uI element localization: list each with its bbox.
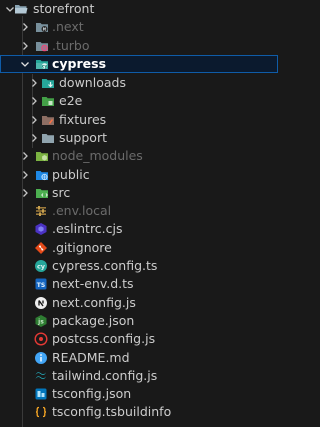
cypress-icon: cy xyxy=(34,259,48,273)
tree-item-label: next-env.d.ts xyxy=(52,276,134,292)
svg-text:TS: TS xyxy=(37,282,45,289)
eslint-icon xyxy=(34,222,48,236)
fixtures-folder-icon xyxy=(41,113,55,127)
chevron-down-icon xyxy=(19,58,31,70)
tree-item-tailwind-config-file[interactable]: tailwind.config.js xyxy=(0,367,278,385)
file-explorer-tree: storefront .next .turbo cy cypress downl… xyxy=(0,0,278,427)
settings-file-icon xyxy=(34,204,48,218)
typescript-def-icon: TS xyxy=(34,277,48,291)
tree-item-next-config-file[interactable]: next.config.js xyxy=(0,294,278,312)
tree-item-src-folder[interactable]: src xyxy=(0,184,278,202)
tree-item-label: tsconfig.tsbuildinfo xyxy=(52,404,172,420)
nodejs-icon: js xyxy=(34,314,48,328)
chevron-right-icon xyxy=(19,169,31,181)
chevron-right-icon xyxy=(19,21,31,33)
chevron-right-icon xyxy=(28,132,40,144)
chevron-right-icon xyxy=(28,114,40,126)
tree-item-next-folder[interactable]: .next xyxy=(0,18,278,36)
svg-text:cy: cy xyxy=(37,263,46,271)
tree-item-public-folder[interactable]: public xyxy=(0,166,278,184)
tree-item-fixtures-folder[interactable]: fixtures xyxy=(0,111,278,129)
tree-item-label: downloads xyxy=(59,75,126,90)
tree-item-label: src xyxy=(52,184,71,200)
tree-item-label: node_modules xyxy=(52,148,143,164)
tree-item-next-env-file[interactable]: TS next-env.d.ts xyxy=(0,275,278,293)
tree-item-label: next.config.js xyxy=(52,294,136,310)
tree-item-label: .turbo xyxy=(52,37,90,53)
tree-item-package-json-file[interactable]: js package.json xyxy=(0,312,278,330)
downloads-folder-icon xyxy=(41,76,55,90)
tree-item-downloads-folder[interactable]: downloads xyxy=(0,74,278,92)
postcss-icon xyxy=(34,332,48,346)
tree-item-label: tsconfig.json xyxy=(52,386,132,402)
nextjs-folder-icon xyxy=(35,20,49,34)
folder-open-icon xyxy=(14,2,28,16)
tree-item-e2e-folder[interactable]: e2e xyxy=(0,92,278,110)
tree-item-label: .next xyxy=(52,19,84,35)
tree-item-label: .gitignore xyxy=(52,239,112,255)
tree-item-label: .env.local xyxy=(52,203,112,219)
tree-item-label: cypress.config.ts xyxy=(52,258,158,273)
tree-item-label: support xyxy=(59,129,107,145)
tree-item-label: fixtures xyxy=(59,111,107,127)
tree-item-turbo-folder[interactable]: .turbo xyxy=(0,37,278,55)
e2e-folder-icon xyxy=(41,94,55,108)
public-folder-icon xyxy=(35,168,49,182)
chevron-right-icon xyxy=(28,77,40,89)
chevron-right-icon xyxy=(19,187,31,199)
turbo-folder-icon xyxy=(35,39,49,53)
tree-item-label: .eslintrc.cjs xyxy=(52,221,123,237)
tree-item-env-local-file[interactable]: .env.local xyxy=(0,202,278,220)
tailwind-icon xyxy=(34,369,48,383)
node-modules-folder-icon xyxy=(35,149,49,163)
tree-item-label: README.md xyxy=(52,349,130,365)
tree-item-tsbuildinfo-file[interactable]: tsconfig.tsbuildinfo xyxy=(0,403,278,421)
tree-item-gitignore-file[interactable]: .gitignore xyxy=(0,239,278,257)
cypress-folder-icon: cy xyxy=(35,57,49,71)
tree-item-node-modules-folder[interactable]: node_modules xyxy=(0,147,278,165)
git-icon xyxy=(34,241,48,255)
chevron-right-icon xyxy=(19,150,31,162)
chevron-right-icon xyxy=(28,95,40,107)
tree-item-support-folder[interactable]: support xyxy=(0,129,278,147)
tree-item-eslintrc-file[interactable]: .eslintrc.cjs xyxy=(0,220,278,238)
json-braces-icon xyxy=(34,405,48,419)
chevron-right-icon xyxy=(19,40,31,52)
tree-item-storefront[interactable]: storefront xyxy=(0,0,278,18)
svg-text:js: js xyxy=(37,318,44,325)
tree-item-label: package.json xyxy=(52,312,135,328)
tree-item-label: tailwind.config.js xyxy=(52,367,158,383)
nextjs-icon xyxy=(34,296,48,310)
tree-item-label: e2e xyxy=(59,93,83,109)
folder-icon xyxy=(41,131,55,145)
tree-item-cypress-config-file[interactable]: cy cypress.config.ts xyxy=(0,257,278,275)
tree-item-label: storefront xyxy=(33,1,95,16)
tree-item-label: public xyxy=(52,166,90,182)
tsconfig-icon xyxy=(34,387,48,401)
svg-text:cy: cy xyxy=(42,65,48,70)
tree-item-cypress-folder[interactable]: cy cypress xyxy=(0,55,278,74)
tree-item-label: cypress xyxy=(52,56,107,71)
tree-item-label: postcss.config.js xyxy=(52,331,156,347)
info-icon xyxy=(34,351,48,365)
tree-item-readme-file[interactable]: README.md xyxy=(0,349,278,367)
tree-item-postcss-config-file[interactable]: postcss.config.js xyxy=(0,330,278,348)
src-folder-icon xyxy=(35,186,49,200)
tree-item-tsconfig-file[interactable]: tsconfig.json xyxy=(0,385,278,403)
